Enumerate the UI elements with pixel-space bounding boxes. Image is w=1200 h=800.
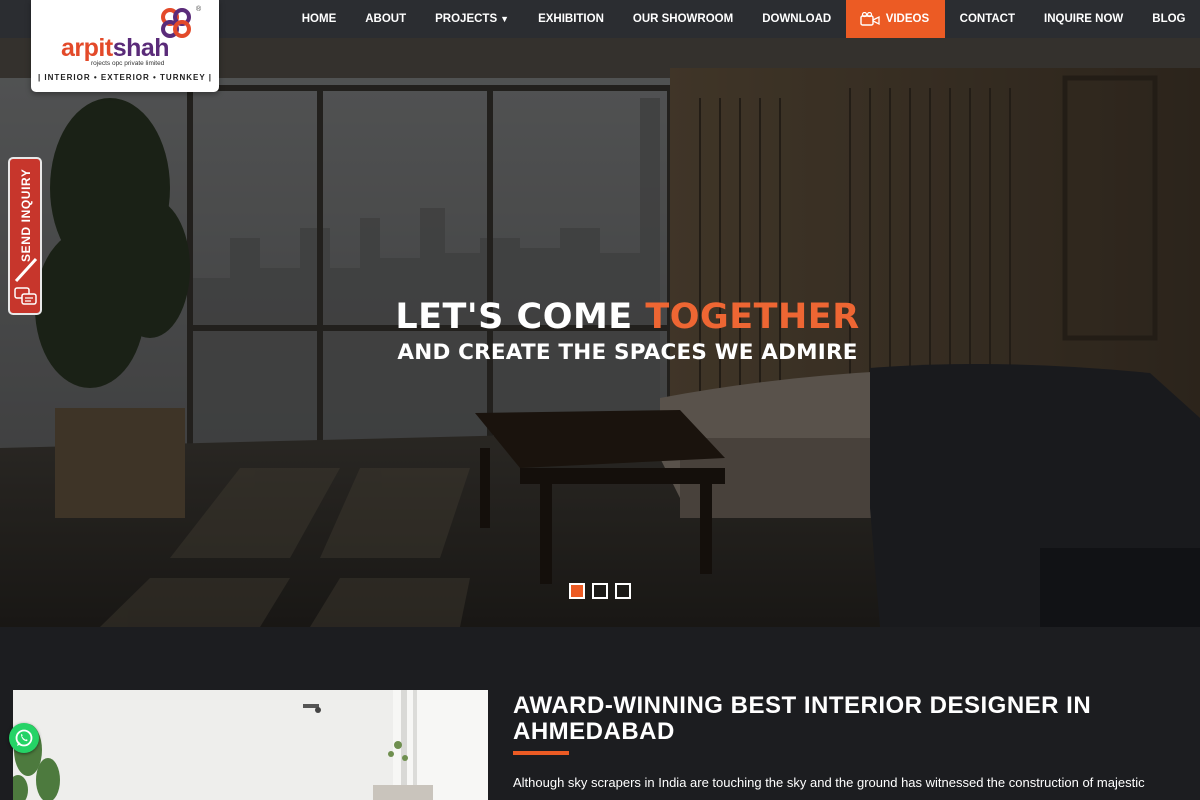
whatsapp-icon	[15, 729, 33, 747]
send-inquiry-tab[interactable]: SEND INQUIRY	[8, 157, 42, 315]
chat-icon	[14, 287, 37, 305]
nav-exhibition-label: EXHIBITION	[538, 13, 604, 25]
divider-slash-icon	[14, 257, 38, 283]
nav-projects-label: PROJECTS	[435, 13, 498, 25]
nav-videos-label: VIDEOS	[885, 13, 930, 25]
brand-name-part1: arpit	[61, 34, 113, 62]
about-heading: AWARD-WINNING BEST INTERIOR DESIGNER IN …	[513, 692, 1092, 745]
nav-blog-label: BLOG	[1152, 13, 1186, 25]
nav-inquire-label: INQUIRE NOW	[1044, 13, 1124, 25]
nav-contact-label: CONTACT	[959, 13, 1016, 25]
hero-title-main: LET'S COME	[395, 297, 646, 337]
nav-projects[interactable]: PROJECTS ▼	[421, 0, 524, 38]
nav-inquire-now[interactable]: INQUIRE NOW	[1030, 0, 1138, 38]
caret-down-icon: ▼	[500, 14, 510, 24]
slider-dot-3[interactable]	[615, 583, 631, 599]
hero-title: LET'S COME TOGETHER	[0, 297, 1200, 337]
nav-showroom-label: OUR SHOWROOM	[632, 13, 734, 25]
nav-about-label: ABOUT	[365, 13, 407, 25]
nav-videos[interactable]: VIDEOS	[845, 0, 946, 38]
nav-exhibition[interactable]: EXHIBITION	[524, 0, 619, 38]
main-menu: HOME ABOUT PROJECTS ▼ EXHIBITION OUR SHOW…	[287, 0, 1200, 38]
nav-contact[interactable]: CONTACT	[945, 0, 1029, 38]
slider-pagination	[569, 583, 631, 599]
about-paragraph: Although sky scrapers in India are touch…	[513, 775, 1145, 790]
slider-dot-2[interactable]	[592, 583, 608, 599]
brand-name-part2: shah	[112, 34, 170, 62]
brand-wordmark: arpitshah	[61, 34, 170, 62]
nav-download[interactable]: DOWNLOAD	[748, 0, 846, 38]
brand-logo[interactable]: ® arpitshah rojects opc private limited …	[31, 0, 219, 92]
hero-slider: LET'S COME TOGETHER AND CREATE THE SPACE…	[0, 38, 1200, 627]
nav-home-label: HOME	[301, 13, 337, 25]
nav-our-showroom[interactable]: OUR SHOWROOM	[618, 0, 747, 38]
send-inquiry-label: SEND INQUIRY	[19, 168, 33, 262]
brand-subline: rojects opc private limited	[91, 60, 165, 67]
nav-download-label: DOWNLOAD	[762, 13, 832, 25]
heading-underline	[513, 751, 569, 755]
registered-mark: ®	[196, 6, 202, 13]
hero-subtitle: AND CREATE THE SPACES WE ADMIRE	[397, 340, 858, 365]
nav-home[interactable]: HOME	[287, 0, 351, 38]
whatsapp-button[interactable]	[9, 723, 39, 753]
hero-title-accent: TOGETHER	[645, 297, 860, 337]
about-room-illustration	[13, 690, 488, 800]
about-section-image	[13, 690, 488, 800]
nav-about[interactable]: ABOUT	[351, 0, 421, 38]
nav-blog[interactable]: BLOG	[1138, 0, 1200, 38]
slider-dot-1[interactable]	[569, 583, 585, 599]
video-camera-icon	[859, 12, 880, 26]
brand-tagline: | INTERIOR • EXTERIOR • TURNKEY |	[37, 73, 213, 82]
